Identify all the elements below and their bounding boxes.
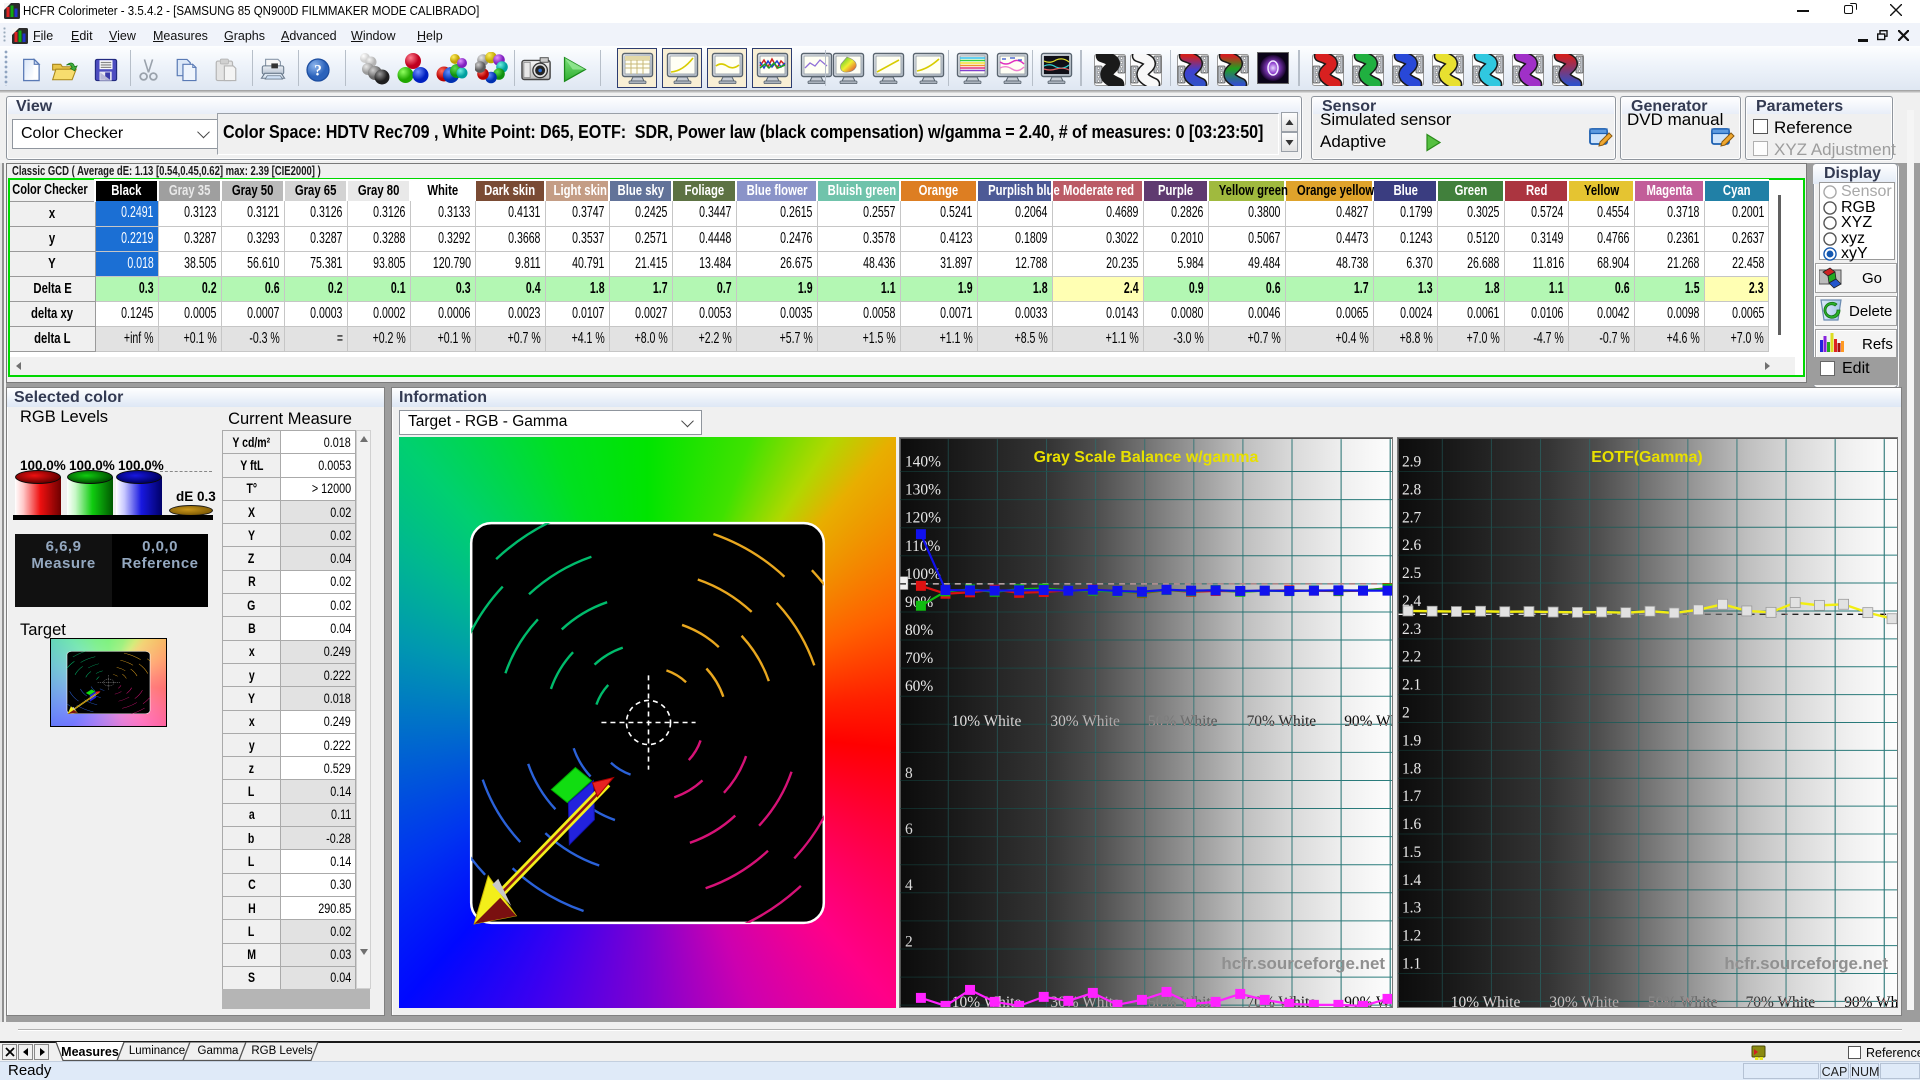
svg-text:2.9: 2.9 [1402, 454, 1422, 471]
svg-text:8: 8 [905, 765, 913, 782]
svg-text:2.7: 2.7 [1402, 509, 1422, 526]
svg-text:80%: 80% [905, 622, 933, 639]
svg-text:90% Wh: 90% Wh [1844, 994, 1897, 1007]
svg-text:30% White: 30% White [1549, 994, 1619, 1007]
svg-text:10% White: 10% White [952, 713, 1022, 730]
svg-text:EOTF(Gamma): EOTF(Gamma) [1591, 449, 1702, 466]
svg-text:2.8: 2.8 [1402, 481, 1422, 498]
svg-text:1.7: 1.7 [1402, 788, 1422, 805]
svg-text:2: 2 [1402, 705, 1410, 722]
svg-text:1.1: 1.1 [1402, 956, 1421, 973]
svg-text:70% White: 70% White [1247, 713, 1317, 730]
svg-text:140%: 140% [905, 454, 941, 471]
svg-text:50% White: 50% White [1148, 713, 1218, 730]
svg-text:70% White: 70% White [1746, 994, 1816, 1007]
svg-text:2.3: 2.3 [1402, 621, 1422, 638]
svg-text:70%: 70% [905, 650, 933, 667]
svg-text:60%: 60% [905, 678, 933, 695]
svg-text:30% White: 30% White [1050, 713, 1120, 730]
svg-text:1.8: 1.8 [1402, 760, 1422, 777]
svg-text:4: 4 [905, 877, 913, 894]
svg-text:1.3: 1.3 [1402, 900, 1422, 917]
svg-text:1.9: 1.9 [1402, 732, 1422, 749]
svg-text:hcfr.sourceforge.net: hcfr.sourceforge.net [1221, 954, 1385, 973]
svg-text:50% White: 50% White [1648, 994, 1718, 1007]
svg-text:1.6: 1.6 [1402, 816, 1422, 833]
svg-text:Gray Scale Balance w/gamma: Gray Scale Balance w/gamma [1034, 449, 1259, 466]
svg-text:10% White: 10% White [1451, 994, 1521, 1007]
svg-text:6: 6 [905, 821, 913, 838]
svg-text:1.5: 1.5 [1402, 844, 1422, 861]
svg-text:?: ? [314, 63, 322, 80]
svg-text:130%: 130% [905, 482, 941, 499]
svg-text:120%: 120% [905, 510, 941, 527]
svg-text:2.6: 2.6 [1402, 537, 1422, 554]
svg-text:90% Wh: 90% Wh [1344, 713, 1392, 730]
svg-text:2.1: 2.1 [1402, 677, 1421, 694]
svg-text:2: 2 [905, 933, 913, 950]
svg-text:1.4: 1.4 [1402, 872, 1422, 889]
svg-text:2.2: 2.2 [1402, 649, 1421, 666]
svg-text:2.5: 2.5 [1402, 565, 1422, 582]
svg-text:1.2: 1.2 [1402, 928, 1421, 945]
svg-text:hcfr.sourceforge.net: hcfr.sourceforge.net [1724, 954, 1888, 973]
